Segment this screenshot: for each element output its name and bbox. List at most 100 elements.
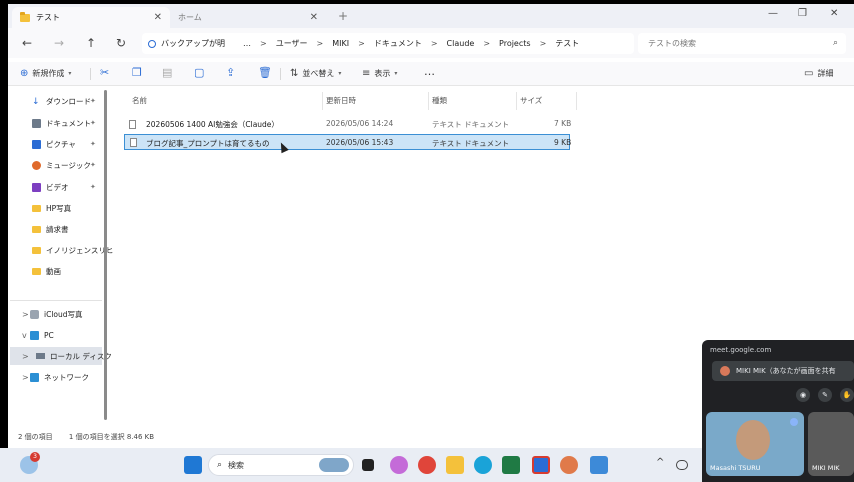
more-options-button[interactable]: … — [424, 65, 435, 78]
meet-floating-window[interactable]: meet.google.com MIKI MIK（あなたが画面を共有 ◉ ✎ ✋… — [702, 340, 854, 482]
sidebar-item-videos[interactable]: ビデオ ✦ — [32, 178, 96, 196]
breadcrumb-separator[interactable]: > — [358, 39, 365, 48]
search-icon: ⌕ — [217, 460, 223, 470]
column-divider[interactable] — [322, 92, 323, 110]
file-row[interactable]: 20260506 1400 AI勉強会（Claude） 2026/05/06 1… — [124, 116, 572, 132]
pin-icon: ✦ — [90, 119, 96, 127]
status-bar: 2 個の項目 1 個の項目を選択 8.46 KB — [18, 432, 154, 442]
sort-button[interactable]: ⇅ 並べ替え ▾ — [290, 68, 341, 79]
breadcrumb[interactable]: バックアップが明 … > ユーザー > MIKI > ドキュメント > Clau… — [142, 33, 634, 54]
tab-close-icon[interactable]: ✕ — [310, 12, 318, 23]
column-divider[interactable] — [516, 92, 517, 110]
paste-icon[interactable]: ▤ — [162, 66, 172, 79]
sidebar-item-pictures[interactable]: ピクチャ ✦ — [32, 135, 96, 153]
breadcrumb-backup[interactable]: バックアップが明 — [161, 38, 225, 49]
breadcrumb-ellipsis[interactable]: … — [243, 39, 251, 48]
file-size: 7 KB — [554, 119, 572, 128]
tab-label: ホーム — [178, 13, 202, 22]
participant-tile[interactable]: Masashi TSURU — [706, 412, 804, 476]
sidebar-item-folder[interactable]: イノリジェンスリヒ — [32, 241, 113, 259]
weather-icon[interactable]: 3 — [20, 452, 40, 474]
sidebar-scrollbar[interactable] — [104, 90, 107, 420]
sidebar-item-music[interactable]: ミュージック ✦ — [32, 156, 96, 174]
breadcrumb-test[interactable]: テスト — [555, 38, 579, 49]
notification-badge: 3 — [30, 452, 40, 462]
column-divider[interactable] — [576, 92, 577, 110]
new-button[interactable]: ⊕ 新規作成 ▾ — [20, 68, 71, 79]
breadcrumb-separator[interactable]: > — [317, 39, 324, 48]
hand-icon[interactable]: ✋ — [840, 388, 854, 402]
start-windows-icon[interactable] — [184, 456, 202, 474]
close-window-button[interactable]: ✕ — [830, 8, 838, 19]
copilot-icon[interactable] — [390, 456, 408, 474]
sidebar-item-icloud-photos[interactable]: > iCloud写真 — [22, 305, 83, 323]
up-button[interactable]: ↑ — [86, 36, 96, 50]
file-row-selected[interactable]: ブログ記事_プロンプトは育てるもの 2026/05/06 15:43 テキスト … — [124, 134, 571, 150]
meet-sharing-bar[interactable]: MIKI MIK（あなたが画面を共有 — [712, 361, 854, 381]
record-icon[interactable]: ◉ — [796, 388, 810, 402]
expand-chevron-icon[interactable]: > — [22, 310, 29, 319]
share-icon[interactable]: ⇪ — [226, 66, 235, 79]
pin-icon: ✦ — [90, 97, 96, 105]
sidebar-item-invoices[interactable]: 請求書 — [32, 220, 69, 238]
delete-icon[interactable]: 🗑 — [258, 66, 272, 79]
tray-chevron-icon[interactable]: ^ — [656, 457, 664, 468]
calendar-app-icon[interactable] — [532, 456, 550, 474]
onedrive-cloud-icon[interactable] — [676, 460, 688, 470]
forward-button[interactable]: → — [54, 36, 64, 50]
collapse-chevron-icon[interactable]: v — [22, 331, 27, 340]
tab-home[interactable]: ホーム ✕ — [170, 7, 326, 28]
expand-chevron-icon[interactable]: > — [22, 373, 29, 382]
sidebar-divider — [10, 300, 102, 301]
participant-tile[interactable]: MIKI MIK — [808, 412, 854, 476]
sidebar-item-documents[interactable]: ドキュメント ✦ — [32, 114, 96, 132]
breadcrumb-claude[interactable]: Claude — [447, 39, 475, 48]
participant-name: MIKI MIK — [812, 464, 840, 472]
breadcrumb-users[interactable]: ユーザー — [276, 38, 308, 49]
sidebar-item-videos-folder[interactable]: 動画 — [32, 262, 61, 280]
file-explorer-icon[interactable] — [446, 456, 464, 474]
column-header-name[interactable]: 名前 — [132, 95, 147, 106]
sidebar-item-local-disk[interactable]: > ローカル ディスク — [10, 347, 112, 365]
expand-chevron-icon[interactable]: > — [22, 352, 29, 361]
cut-icon[interactable]: ✂ — [100, 66, 109, 79]
taskbar-search-input[interactable]: ⌕ 検索 — [208, 454, 354, 476]
copy-icon[interactable]: ❐ — [132, 66, 142, 79]
breadcrumb-documents[interactable]: ドキュメント — [374, 38, 422, 49]
back-button[interactable]: ← — [22, 36, 32, 50]
folder-icon — [32, 246, 41, 254]
search-input[interactable]: テストの検索 ⌕ — [638, 33, 846, 54]
breadcrumb-separator[interactable]: > — [540, 39, 547, 48]
breadcrumb-separator[interactable]: > — [483, 39, 490, 48]
minimize-button[interactable]: — — [768, 8, 778, 19]
speaking-indicator-icon — [790, 418, 798, 426]
rename-icon[interactable]: ▢ — [194, 66, 204, 79]
breadcrumb-projects[interactable]: Projects — [499, 39, 531, 48]
breadcrumb-miki[interactable]: MIKI — [332, 39, 349, 48]
details-button[interactable]: ▭ 詳細 — [804, 68, 833, 79]
column-header-type[interactable]: 種類 — [432, 95, 447, 106]
tab-close-icon[interactable]: ✕ — [154, 12, 162, 23]
details-button-label: 詳細 — [817, 69, 834, 78]
sidebar-item-network[interactable]: > ネットワーク — [22, 368, 89, 386]
refresh-button[interactable]: ↻ — [116, 36, 126, 50]
column-divider[interactable] — [428, 92, 429, 110]
chrome-icon[interactable] — [418, 456, 436, 474]
tab-test[interactable]: テスト ✕ — [12, 7, 170, 28]
column-header-modified[interactable]: 更新日時 — [326, 95, 356, 106]
view-button[interactable]: ≡ 表示 ▾ — [362, 68, 397, 79]
edge-icon[interactable] — [474, 456, 492, 474]
breadcrumb-separator[interactable]: > — [431, 39, 438, 48]
sidebar-item-downloads[interactable]: ↓ ダウンロード ✦ — [32, 92, 96, 110]
sidebar-item-pc[interactable]: v PC — [22, 326, 54, 344]
breadcrumb-separator[interactable]: > — [260, 39, 267, 48]
notepad-icon[interactable] — [590, 456, 608, 474]
maximize-button[interactable]: ❐ — [798, 8, 807, 19]
edit-icon[interactable]: ✎ — [818, 388, 832, 402]
task-view-icon[interactable] — [362, 459, 374, 471]
sidebar-item-hp-photos[interactable]: HP写真 — [32, 199, 71, 217]
column-header-size[interactable]: サイズ — [520, 95, 542, 106]
new-tab-button[interactable]: + — [338, 9, 348, 23]
excel-icon[interactable] — [502, 456, 520, 474]
claude-app-icon[interactable] — [560, 456, 578, 474]
